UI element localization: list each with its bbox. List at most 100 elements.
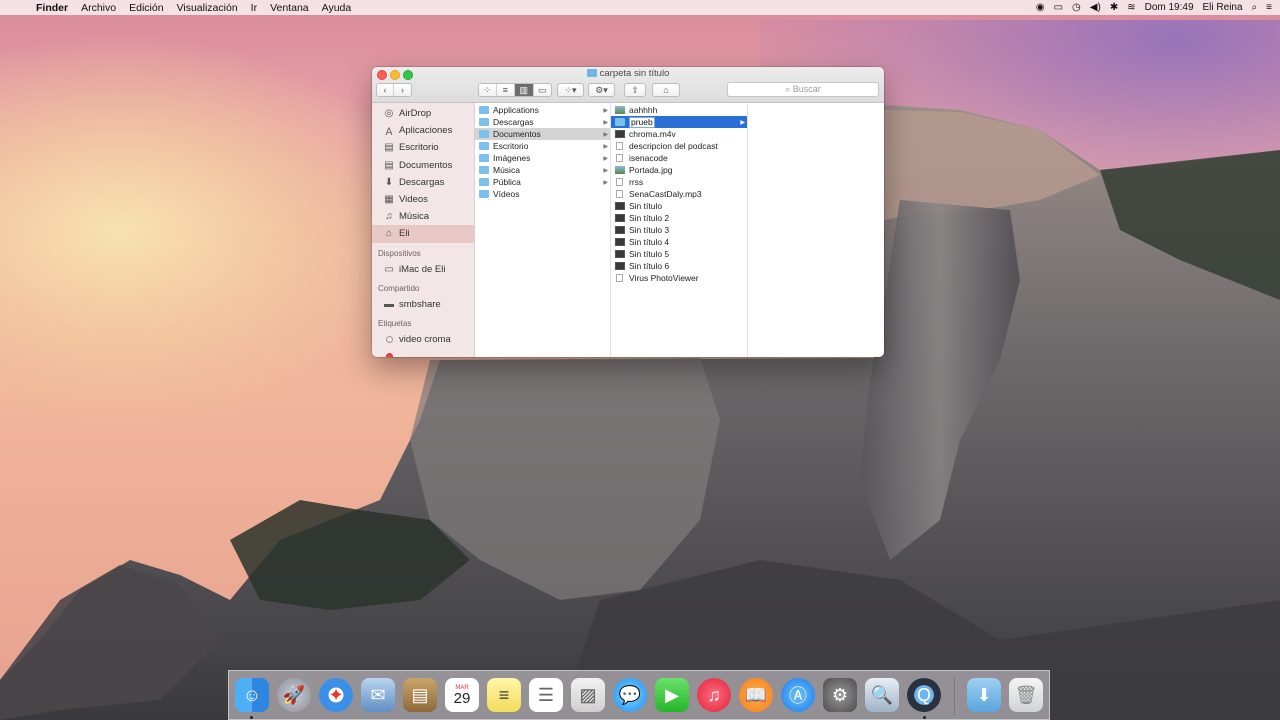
list-item[interactable]: Virus PhotoViewer	[611, 272, 747, 284]
menu-ayuda[interactable]: Ayuda	[322, 2, 352, 14]
user-name[interactable]: Eli Reina	[1203, 2, 1243, 13]
disclosure-arrow-icon: ▶	[603, 155, 608, 162]
app-store-icon[interactable]: Ⓐ	[781, 678, 815, 712]
folder-icon	[479, 166, 489, 174]
contacts-icon[interactable]: ▤	[403, 678, 437, 712]
disclosure-arrow-icon: ▶	[603, 119, 608, 126]
list-view-button[interactable]: ≡	[497, 84, 516, 96]
sidebar-header-tags: Etiquetas	[378, 318, 412, 328]
search-field[interactable]: ⌕ Buscar	[727, 82, 879, 97]
safari-icon[interactable]: ✦	[319, 678, 353, 712]
reminders-icon[interactable]: ☰	[529, 678, 563, 712]
sidebar-item-smbshare[interactable]: ▬ smbshare	[372, 296, 474, 313]
list-item[interactable]: chroma.m4v	[611, 128, 747, 140]
sidebar-item-tag-partial[interactable]	[372, 348, 474, 357]
image-file-icon	[615, 166, 625, 174]
time-machine-icon[interactable]: ◷	[1072, 2, 1081, 13]
cover-flow-button[interactable]: ▭	[534, 84, 552, 96]
list-item[interactable]: SenaCastDaly.mp3	[611, 188, 747, 200]
list-item[interactable]: Imágenes ▶	[475, 152, 610, 164]
list-item[interactable]: aahhhh	[611, 104, 747, 116]
sidebar-item-escritorio[interactable]: ▤ Escritorio	[372, 139, 474, 156]
finder-icon[interactable]: ☺	[235, 678, 269, 712]
list-item[interactable]: rrss	[611, 176, 747, 188]
sidebar-item-airdrop[interactable]: ◎ AirDrop	[372, 105, 474, 122]
column-home: Applications ▶ Descargas ▶ Documentos ▶ Esc…	[475, 103, 611, 357]
messages-icon[interactable]: 💬	[613, 678, 647, 712]
bluetooth-icon[interactable]: ✱	[1110, 2, 1118, 13]
list-item[interactable]: isenacode	[611, 152, 747, 164]
preview-icon[interactable]: 🔍	[865, 678, 899, 712]
movie-file-icon	[615, 130, 625, 138]
itunes-icon[interactable]: ♫	[697, 678, 731, 712]
notes-icon[interactable]: ≡	[487, 678, 521, 712]
list-item[interactable]: Sin título	[611, 200, 747, 212]
sidebar-item-videos[interactable]: ▦ Videos	[372, 191, 474, 208]
wifi-icon[interactable]: ≋	[1127, 2, 1135, 13]
tags-button[interactable]: ⌂	[652, 83, 680, 97]
search-icon[interactable]: ⌕	[1252, 2, 1258, 13]
list-item[interactable]: Applications ▶	[475, 104, 610, 116]
list-item[interactable]: Descargas ▶	[475, 116, 610, 128]
menu-edicion[interactable]: Edición	[129, 2, 163, 14]
launchpad-icon[interactable]: 🚀	[277, 678, 311, 712]
movie-file-icon	[615, 238, 625, 246]
trash-icon[interactable]: 🗑	[1009, 678, 1043, 712]
quicktime-icon[interactable]: Q	[907, 678, 941, 712]
list-item[interactable]: Vídeos	[475, 188, 610, 200]
list-item[interactable]: Música ▶	[475, 164, 610, 176]
menu-archivo[interactable]: Archivo	[81, 2, 116, 14]
list-item[interactable]: Sin título 3	[611, 224, 747, 236]
sidebar-item-imac[interactable]: ▭ iMac de Eli	[372, 261, 474, 278]
volume-icon[interactable]: ◀)	[1090, 2, 1101, 13]
tag-dot-icon	[386, 353, 393, 357]
movie-file-icon	[615, 250, 625, 258]
icon-view-button[interactable]: ⁘	[479, 84, 497, 96]
list-item[interactable]: Sin título 2	[611, 212, 747, 224]
sidebar-item-eli[interactable]: ⌂ Eli	[372, 225, 474, 243]
menu-ventana[interactable]: Ventana	[270, 2, 309, 14]
menu-finder[interactable]: Finder	[36, 2, 68, 14]
mail-icon[interactable]: ✉	[361, 678, 395, 712]
disclosure-arrow-icon: ▶	[603, 143, 608, 150]
facetime-icon[interactable]: ▶	[655, 678, 689, 712]
list-icon[interactable]: ≡	[1266, 2, 1272, 13]
list-item[interactable]: Sin título 6	[611, 260, 747, 272]
audio-file-icon	[616, 190, 623, 198]
rename-input[interactable]: prueb	[629, 116, 655, 128]
list-item-renaming[interactable]: prueb ▶	[611, 116, 747, 128]
sidebar-item-descargas[interactable]: ⬇ Descargas	[372, 174, 474, 191]
list-item[interactable]: Pública ▶	[475, 176, 610, 188]
movie-file-icon	[615, 214, 625, 222]
column-view-button[interactable]: ▥	[515, 84, 534, 96]
forward-button[interactable]: ›	[394, 84, 411, 96]
list-item[interactable]: Portada.jpg	[611, 164, 747, 176]
sidebar-item-tag-video-croma[interactable]: video croma	[372, 331, 474, 348]
tag-dot-icon	[386, 335, 393, 343]
airplay-icon[interactable]: ▭	[1054, 2, 1063, 13]
sidebar-item-aplicaciones[interactable]: Ａ Aplicaciones	[372, 122, 474, 139]
record-icon[interactable]: ◉	[1036, 2, 1045, 13]
clock[interactable]: Dom 19:49	[1145, 2, 1194, 13]
share-button[interactable]: ⇧	[624, 83, 646, 97]
document-icon	[616, 178, 623, 186]
arrange-button[interactable]: ⁘▾	[557, 83, 584, 97]
sidebar-item-documentos[interactable]: ▤ Documentos	[372, 157, 474, 174]
calendar-icon[interactable]: MAR 29	[445, 678, 479, 712]
list-item[interactable]: Sin título 5	[611, 248, 747, 260]
sidebar-item-musica[interactable]: ♫ Música	[372, 208, 474, 225]
system-preferences-icon[interactable]: ⚙	[823, 678, 857, 712]
menu-visualizacion[interactable]: Visualización	[177, 2, 238, 14]
back-button[interactable]: ‹	[377, 84, 395, 96]
action-button[interactable]: ⚙▾	[588, 83, 615, 97]
list-item[interactable]: Sin título 4	[611, 236, 747, 248]
photos-icon[interactable]: ▨	[571, 678, 605, 712]
home-icon: ⌂	[385, 228, 393, 240]
ibooks-icon[interactable]: 📖	[739, 678, 773, 712]
list-item-selected[interactable]: Documentos ▶	[475, 128, 610, 140]
list-item[interactable]: Escritorio ▶	[475, 140, 610, 152]
menu-ir[interactable]: Ir	[251, 2, 257, 14]
list-item[interactable]: descripcion del podcast	[611, 140, 747, 152]
downloads-folder-icon[interactable]: ⬇	[967, 678, 1001, 712]
nav-buttons: ‹ ›	[376, 83, 412, 97]
